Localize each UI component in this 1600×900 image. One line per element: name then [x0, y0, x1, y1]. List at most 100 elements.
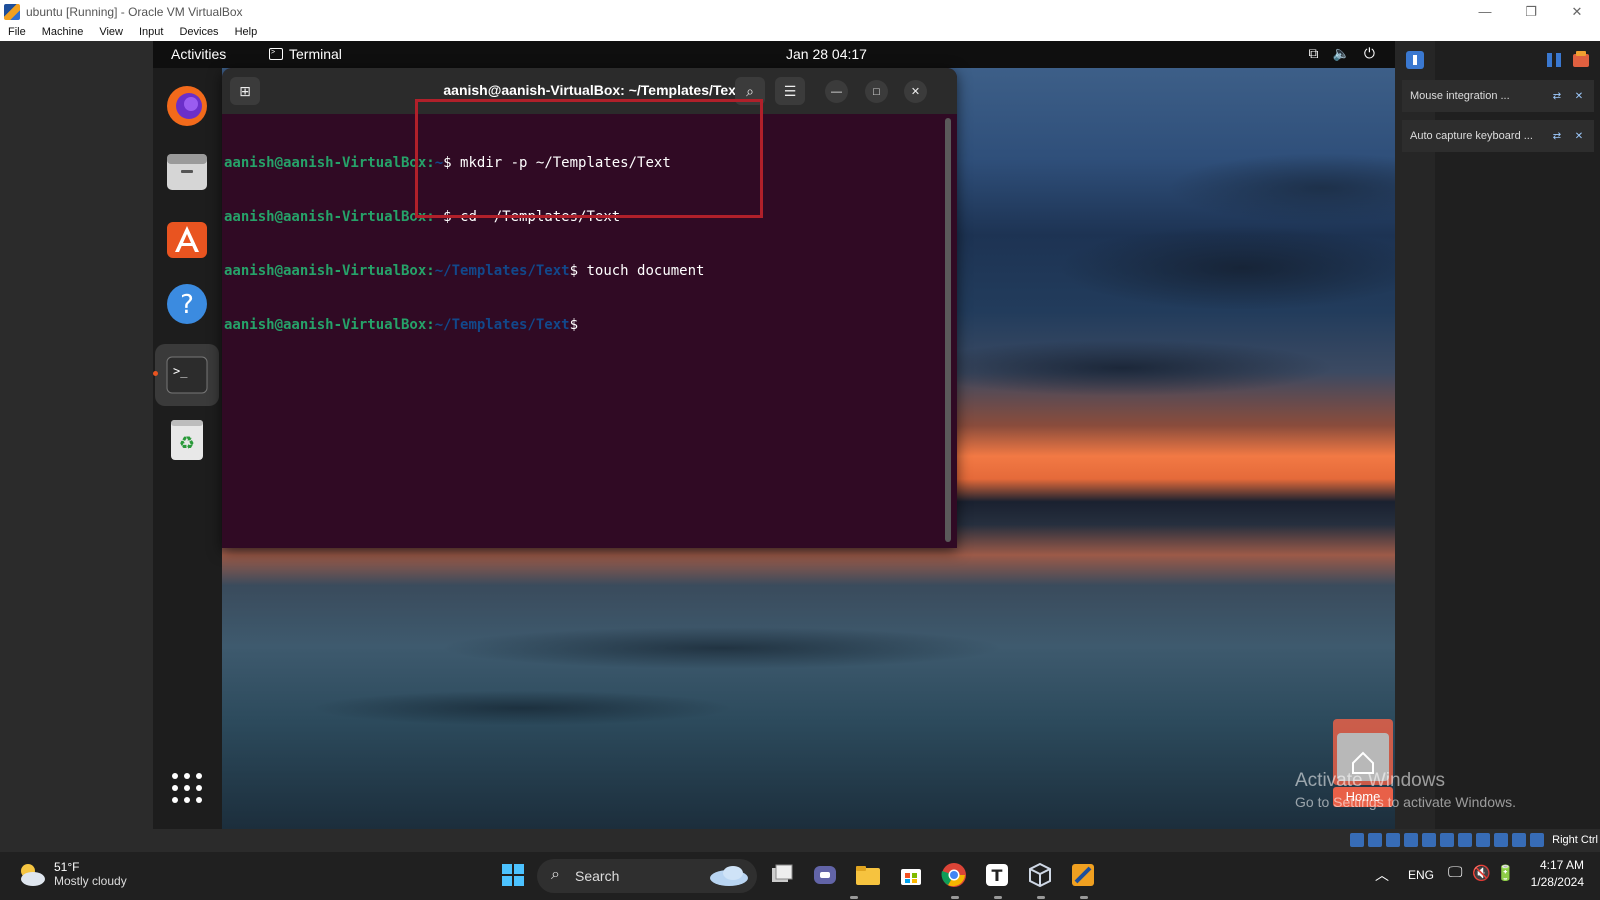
notification-text: Mouse integration ... [1410, 90, 1510, 102]
prompt-dollar: $ [569, 263, 579, 279]
prompt-path: ~/Templates/Text [434, 263, 570, 279]
weather-widget[interactable]: 51°F Mostly cloudy [16, 860, 127, 888]
search-label: Search [575, 868, 620, 884]
dock-terminal[interactable]: >_ [155, 344, 219, 406]
dismiss-icon[interactable]: ✕ [1572, 129, 1586, 143]
menu-file[interactable]: File [0, 26, 34, 38]
terminal-scrollbar[interactable] [945, 118, 951, 542]
audio-icon[interactable] [1386, 833, 1400, 847]
do-not-show-icon[interactable]: ⇄ [1550, 129, 1564, 143]
clock[interactable]: Jan 28 04:17 [786, 46, 867, 62]
sort-icon[interactable] [1545, 51, 1563, 69]
show-hidden-icons-chevron-icon[interactable]: ︿ [1375, 865, 1389, 885]
menu-machine[interactable]: Machine [34, 26, 92, 38]
activate-windows-watermark: Activate Windows Go to Settings to activ… [1295, 770, 1516, 810]
minimize-icon: — [831, 85, 842, 98]
running-app-indicator [994, 896, 1002, 899]
network-adapter-icon[interactable] [1404, 833, 1418, 847]
vbox-title-bar: ubuntu [Running] - Oracle VM VirtualBox … [0, 0, 1600, 23]
dock-firefox[interactable] [163, 82, 211, 130]
window-title: ubuntu [Running] - Oracle VM VirtualBox [26, 4, 243, 19]
keyboard-icon[interactable] [1530, 833, 1544, 847]
app-grid-icon [172, 773, 202, 803]
task-view-icon [772, 864, 793, 882]
new-tab-icon: ⊞ [239, 82, 251, 99]
menu-input[interactable]: Input [131, 26, 171, 38]
running-app-indicator [951, 896, 959, 899]
close-button[interactable]: ✕ [1554, 0, 1600, 23]
svg-text:♻: ♻ [179, 433, 195, 454]
weather-cloudy-icon [21, 864, 45, 886]
menu-view[interactable]: View [91, 26, 131, 38]
dock-trash[interactable]: ♻ [163, 416, 211, 464]
power-icon: ⏻ [1363, 45, 1375, 61]
input-language[interactable]: ENG [1408, 868, 1434, 882]
vt-x-icon[interactable] [1494, 833, 1508, 847]
do-not-show-icon[interactable]: ⇄ [1550, 89, 1564, 103]
taskbar-virtualbox-vm[interactable] [1068, 860, 1098, 890]
dock-help[interactable]: ? [163, 280, 211, 328]
svg-text:?: ? [180, 290, 194, 320]
volume-icon: 🔈 [1332, 45, 1350, 61]
prompt-user: aanish@aanish-VirtualBox [224, 155, 427, 171]
activities-button[interactable]: Activities [171, 46, 226, 62]
app-menu[interactable]: > Terminal [269, 46, 342, 62]
usb-icon[interactable] [1422, 833, 1436, 847]
dismiss-icon[interactable]: ✕ [1572, 89, 1586, 103]
dock-software[interactable] [163, 214, 211, 262]
command-text: touch document [578, 263, 705, 279]
terminal-close-button[interactable]: ✕ [904, 80, 927, 103]
clear-notifications-icon[interactable] [1571, 50, 1591, 70]
menu-devices[interactable]: Devices [171, 26, 226, 38]
new-tab-button[interactable]: ⊞ [230, 77, 260, 105]
terminal-minimize-button[interactable]: — [825, 80, 848, 103]
vbox-menu-bar: File Machine View Input Devices Help [0, 23, 1600, 41]
chrome-icon [941, 863, 966, 887]
display-icon[interactable] [1458, 833, 1472, 847]
taskbar-search-box[interactable]: ⌕ Search [537, 859, 757, 893]
restore-button[interactable]: ❐ [1508, 0, 1554, 23]
taskbar-task-view[interactable] [767, 860, 797, 890]
hdd-icon[interactable] [1350, 833, 1364, 847]
dock-files[interactable] [163, 148, 211, 196]
optical-drive-icon[interactable] [1368, 833, 1382, 847]
ubuntu-top-bar: Activities > Terminal Jan 28 04:17 ⧉ 🔈 ⏻ [153, 41, 1395, 68]
taskbar-microsoft-store[interactable] [896, 860, 926, 890]
notification-auto-capture-keyboard[interactable]: Auto capture keyboard ... ⇄ ✕ [1402, 120, 1594, 152]
battery-icon[interactable]: 🔋 [1496, 864, 1515, 882]
mouse-integration-icon[interactable] [1512, 833, 1526, 847]
running-app-indicator [1080, 896, 1088, 899]
shared-folders-icon[interactable] [1440, 833, 1454, 847]
firefox-icon [167, 86, 207, 126]
teams-chat-icon [814, 866, 836, 884]
monitor-icon[interactable]: 🖵 [1448, 864, 1462, 881]
taskbar-file-explorer[interactable] [853, 860, 883, 890]
dock-show-apps[interactable] [163, 764, 211, 812]
taskbar-typora[interactable]: T [982, 860, 1012, 890]
recording-icon[interactable] [1476, 833, 1490, 847]
virtualbox-running-icon [1072, 864, 1094, 886]
notification-center-icon[interactable] [1404, 49, 1426, 71]
status-icons[interactable] [1350, 833, 1544, 847]
close-icon: ✕ [910, 86, 921, 98]
speaker-muted-icon[interactable]: 🔇 [1472, 864, 1491, 882]
terminal-small-icon: > [269, 48, 283, 60]
prompt-dollar: $ [569, 317, 579, 333]
taskbar-teams-chat[interactable] [810, 860, 840, 890]
taskbar-clock[interactable]: 4:17 AM 1/28/2024 [1524, 858, 1584, 889]
taskbar-virtualbox-manager[interactable] [1025, 860, 1055, 890]
start-button[interactable] [498, 860, 528, 890]
svg-text:T: T [992, 866, 1003, 885]
terminal-maximize-button[interactable]: □ [865, 80, 888, 103]
microsoft-store-icon [901, 869, 921, 885]
notification-mouse-integration[interactable]: Mouse integration ... ⇄ ✕ [1402, 80, 1594, 112]
menu-help[interactable]: Help [227, 26, 266, 38]
hamburger-menu-button[interactable]: ☰ [775, 77, 805, 105]
app-name-label: Terminal [289, 46, 342, 62]
taskbar-chrome[interactable] [939, 860, 969, 890]
watermark-subtitle: Go to Settings to activate Windows. [1295, 794, 1516, 810]
terminal-line: aanish@aanish-VirtualBox:~/Templates/Tex… [224, 316, 944, 334]
files-icon [167, 154, 207, 190]
minimize-button[interactable]: — [1462, 0, 1508, 23]
system-tray[interactable]: ⧉ 🔈 ⏻ [1308, 45, 1375, 62]
